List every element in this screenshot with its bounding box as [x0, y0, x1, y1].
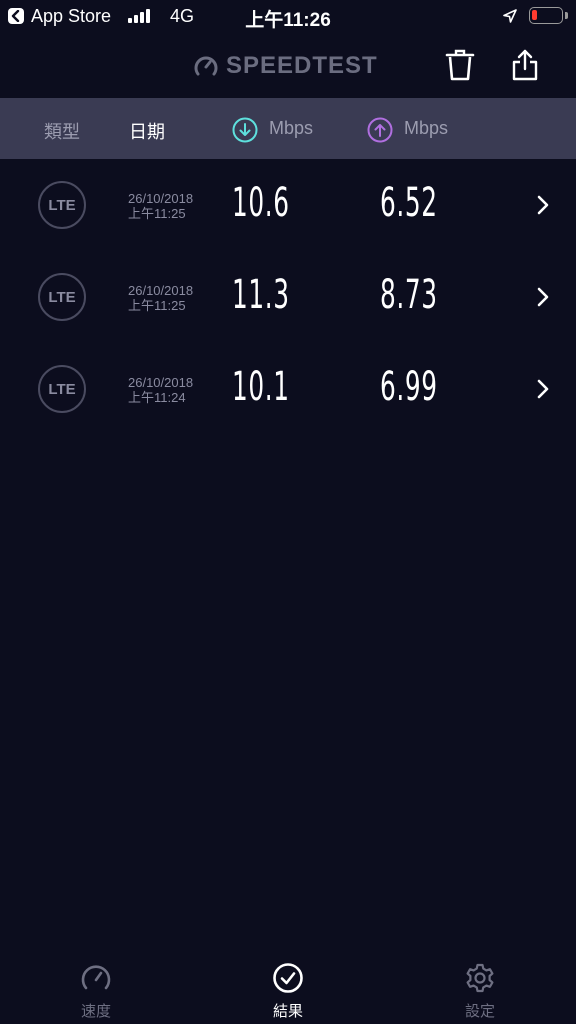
sort-by-download[interactable]: Mbps — [269, 118, 313, 139]
tab-results[interactable]: 結果 — [228, 962, 348, 1021]
download-value: 11.3 — [232, 272, 290, 318]
connection-type-badge: LTE — [38, 365, 86, 413]
tab-speed-label: 速度 — [80, 1003, 111, 1020]
sort-by-type[interactable]: 類型 — [44, 118, 80, 144]
status-bar: App Store 4G 上午11:26 — [0, 0, 576, 34]
result-row[interactable]: LTE 26/10/2018 上午11:25 11.3 8.73 — [0, 252, 576, 344]
app-header: SPEEDTEST — [0, 34, 576, 98]
tab-settings-label: 設定 — [464, 1003, 495, 1020]
trash-icon — [445, 49, 475, 81]
result-datetime: 26/10/2018 上午11:25 — [128, 191, 193, 221]
tab-speed[interactable]: 速度 — [36, 962, 156, 1021]
upload-value: 8.73 — [380, 272, 438, 318]
result-date: 26/10/2018 — [128, 191, 194, 206]
result-row[interactable]: LTE 26/10/2018 上午11:25 10.6 6.52 — [0, 160, 576, 252]
sort-by-date[interactable]: 日期 — [129, 118, 165, 144]
download-arrow-icon — [232, 117, 258, 143]
result-date: 26/10/2018 — [128, 375, 194, 390]
result-time: 上午11:25 — [128, 298, 186, 313]
speedometer-icon — [194, 56, 218, 76]
result-time: 上午11:25 — [128, 206, 186, 221]
gear-icon — [466, 963, 494, 993]
connection-type-badge: LTE — [38, 181, 86, 229]
speedtest-logo: SPEEDTEST — [193, 52, 378, 80]
results-column-header: 類型 日期 Mbps Mbps — [0, 98, 576, 159]
download-value: 10.1 — [232, 364, 290, 410]
tab-bar: 速度 結果 設定 — [0, 948, 576, 1024]
share-button[interactable] — [507, 46, 543, 84]
delete-results-button[interactable] — [442, 46, 478, 84]
result-row[interactable]: LTE 26/10/2018 上午11:24 10.1 6.99 — [0, 344, 576, 436]
screen: App Store 4G 上午11:26 SPEEDTEST 類型 日期 Mbp… — [0, 0, 576, 1024]
location-arrow-icon — [503, 9, 517, 23]
chevron-right-icon[interactable] — [536, 286, 550, 308]
result-time: 上午11:24 — [128, 390, 186, 405]
checkmark-circle-icon — [273, 963, 303, 993]
upload-value: 6.52 — [380, 180, 438, 226]
upload-value: 6.99 — [380, 364, 438, 410]
battery-level — [532, 10, 537, 20]
battery-tip — [565, 12, 568, 19]
download-value: 10.6 — [232, 180, 290, 226]
sort-by-upload[interactable]: Mbps — [404, 118, 448, 139]
share-icon — [512, 49, 538, 81]
tab-results-label: 結果 — [272, 1003, 303, 1020]
chevron-right-icon[interactable] — [536, 378, 550, 400]
battery-icon — [529, 7, 563, 24]
status-time: 上午11:26 — [245, 10, 331, 31]
logo-text: SPEEDTEST — [226, 52, 378, 79]
speedometer-icon — [81, 965, 111, 990]
connection-type-badge: LTE — [38, 273, 86, 321]
tab-settings[interactable]: 設定 — [420, 962, 540, 1021]
upload-arrow-icon — [367, 117, 393, 143]
chevron-right-icon[interactable] — [536, 194, 550, 216]
result-date: 26/10/2018 — [128, 283, 194, 298]
result-datetime: 26/10/2018 上午11:25 — [128, 283, 193, 313]
result-datetime: 26/10/2018 上午11:24 — [128, 375, 193, 405]
